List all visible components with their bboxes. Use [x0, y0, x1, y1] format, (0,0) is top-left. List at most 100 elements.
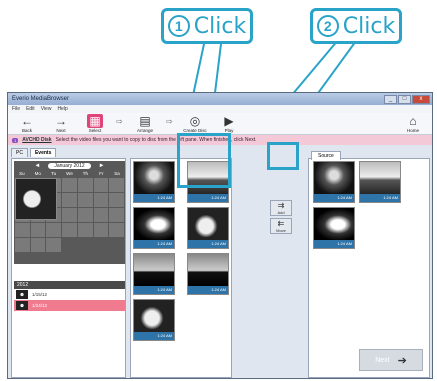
thumbnail-image	[188, 254, 228, 287]
minimize-button[interactable]: _	[384, 94, 397, 104]
calendar-day[interactable]	[109, 178, 124, 192]
calendar-day[interactable]	[93, 223, 109, 237]
arrange-tool-button[interactable]: ▤ Arrange	[132, 114, 158, 133]
thumbnail-caption: 1:24 AM	[134, 332, 174, 340]
thumbnail-caption: 1:24 AM	[188, 194, 228, 202]
menu-view[interactable]: View	[41, 106, 52, 112]
calendar-day[interactable]	[109, 193, 124, 207]
next-tool-button[interactable]: → Next	[48, 114, 74, 133]
day-row-label: 1/24/12	[32, 303, 48, 308]
info-title[interactable]: AVCHD Disk	[22, 137, 51, 143]
step-arrow-icon: ⇨	[116, 117, 123, 126]
dow-label: Su	[19, 171, 25, 176]
tab-pc[interactable]: PC	[11, 148, 28, 157]
home-icon: ⌂	[409, 114, 417, 128]
step-badge: 1	[12, 137, 19, 143]
back-button[interactable]: ← Back	[14, 114, 40, 133]
video-thumbnail[interactable]: 1:24 AM	[133, 253, 175, 295]
calendar-day[interactable]	[93, 193, 109, 207]
thumbnail-panel: 1:24 AM 1:24 AM 1:24 AM 1:24 AM 1:24 AM 1:24 …	[130, 158, 232, 378]
menu-edit[interactable]: Edit	[26, 106, 35, 112]
thumbnail-caption: 1:24 AM	[188, 240, 228, 248]
thumbnail-caption: 1:24 AM	[360, 194, 400, 202]
play-button[interactable]: ▶ Play	[216, 114, 242, 133]
remove-from-selection-button[interactable]: ⇇ Move	[270, 218, 292, 234]
callout-number: 1	[167, 15, 190, 37]
select-tool-button[interactable]: ▦ Select	[82, 114, 108, 133]
calendar-panel: ◄ January 2012 ► Su Mo Tu We Th Fr Sa 20…	[11, 158, 126, 378]
video-thumbnail[interactable]: 1:24 AM	[187, 207, 229, 249]
thumbnail-caption: 1:24 AM	[134, 194, 174, 202]
calendar-day[interactable]	[62, 193, 77, 207]
video-thumbnail[interactable]: 1:24 AM	[133, 207, 175, 249]
callout-1: 1 Click	[161, 8, 253, 44]
menu-file[interactable]: File	[12, 106, 20, 112]
selected-thumbnail[interactable]: 1:24 AM	[313, 207, 355, 249]
create-disc-button[interactable]: ◎ Create Disc	[182, 114, 208, 133]
calendar-day[interactable]	[30, 223, 46, 237]
day-row-selected[interactable]: 1/24/12	[14, 300, 125, 311]
title-bar: Everio MediaBrowser _ □ x	[8, 93, 432, 105]
next-button-label: Next	[375, 356, 390, 364]
callout-label: Click	[342, 13, 396, 39]
dow-label: Sa	[114, 171, 120, 176]
arrange-icon: ▤	[139, 114, 151, 128]
calendar-day[interactable]	[15, 223, 30, 237]
calendar-day[interactable]	[62, 178, 77, 192]
days-of-week: Su Mo Tu We Th Fr Sa	[14, 171, 125, 178]
thumbnail-caption: 1:24 AM	[314, 194, 354, 202]
menu-help[interactable]: Help	[57, 106, 67, 112]
next-arrow-icon: ➔	[397, 354, 407, 367]
calendar-day[interactable]	[109, 223, 124, 237]
thumbnail-image	[134, 254, 174, 287]
thumbnail-caption: 1:24 AM	[134, 240, 174, 248]
video-thumbnail[interactable]: 1:24 AM	[187, 253, 229, 295]
calendar-grid	[14, 178, 125, 252]
calendar-day[interactable]	[15, 238, 30, 252]
menu-bar: File Edit View Help	[8, 105, 432, 113]
day-row[interactable]: 1/15/12	[14, 289, 125, 300]
next-button[interactable]: Next ➔	[359, 349, 423, 371]
callout-2: 2 Click	[310, 8, 402, 44]
selection-panel: Source Next ➔ 1:24 AM 1:24 AM 1:24 AM	[308, 151, 430, 378]
disc-icon: ◎	[189, 114, 201, 128]
video-thumbnail[interactable]: 1:24 AM	[133, 299, 175, 341]
selected-thumbnail[interactable]: 1:24 AM	[313, 161, 355, 203]
day-list: 2012 1/15/12 1/24/12	[14, 281, 125, 311]
calendar-day[interactable]	[93, 208, 109, 222]
home-button[interactable]: ⌂ Home	[400, 114, 426, 133]
calendar-day[interactable]	[77, 223, 93, 237]
source-tabs: PC Events	[11, 148, 57, 157]
calendar-day[interactable]	[77, 208, 93, 222]
calendar-day[interactable]	[46, 223, 62, 237]
select-icon: ▦	[87, 114, 103, 128]
calendar-day[interactable]	[93, 178, 109, 192]
close-button[interactable]: x	[412, 94, 430, 104]
video-thumbnail[interactable]: 1:24 AM	[133, 161, 175, 203]
selected-thumbnail[interactable]: 1:24 AM	[359, 161, 401, 203]
calendar-day[interactable]	[15, 178, 57, 220]
thumbnail-image	[134, 208, 174, 241]
tab-events[interactable]: Events	[29, 148, 57, 157]
home-label: Home	[406, 128, 419, 133]
calendar-day[interactable]	[109, 208, 124, 222]
calendar-day[interactable]	[77, 193, 93, 207]
add-to-selection-button[interactable]: ⇉ Add	[270, 200, 292, 216]
prev-month-button[interactable]: ◄	[34, 163, 40, 169]
calendar-day[interactable]	[77, 178, 93, 192]
maximize-button[interactable]: □	[398, 94, 411, 104]
add-arrow-icon: ⇉	[277, 200, 285, 210]
play-icon: ▶	[224, 114, 234, 128]
calendar-day[interactable]	[62, 223, 77, 237]
callout-label: Click	[193, 13, 247, 39]
day-list-header: 2012	[14, 281, 125, 289]
dow-label: We	[66, 171, 73, 176]
calendar-day[interactable]	[62, 208, 77, 222]
calendar-day[interactable]	[30, 238, 46, 252]
calendar-title: January 2012	[48, 163, 91, 169]
next-month-button[interactable]: ►	[99, 163, 105, 169]
thumbnail-image	[314, 162, 354, 195]
next-tool-label: Next	[56, 128, 66, 133]
calendar-day[interactable]	[46, 238, 62, 252]
day-thumbnail	[16, 301, 28, 310]
